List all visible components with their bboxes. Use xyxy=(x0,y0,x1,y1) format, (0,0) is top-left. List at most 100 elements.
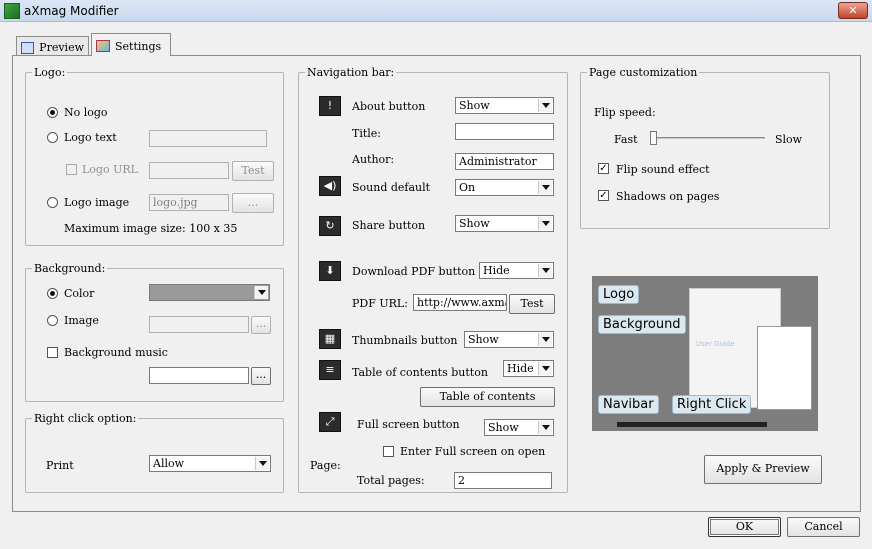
fullscreen-open-label: Enter Full screen on open xyxy=(400,445,546,458)
logo-image-radio[interactable] xyxy=(47,197,58,208)
logo-text-input[interactable] xyxy=(149,130,267,147)
no-logo-radio[interactable] xyxy=(47,107,58,118)
flip-speed-slow-label: Slow xyxy=(775,133,803,146)
logo-image-browse-button[interactable]: ... xyxy=(232,193,274,213)
chevron-down-icon xyxy=(538,333,552,346)
logo-text-label: Logo text xyxy=(64,131,117,144)
flip-speed-fast-label: Fast xyxy=(614,133,638,146)
toc-select[interactable]: Hide xyxy=(503,360,554,377)
chevron-down-icon xyxy=(538,421,552,434)
bg-color-label: Color xyxy=(64,287,95,300)
fullscreen-label: Full screen button xyxy=(357,418,460,431)
flip-sound-label: Flip sound effect xyxy=(616,163,710,176)
flip-sound-checkbox[interactable]: ✓ xyxy=(598,163,609,174)
page-label: Page: xyxy=(310,459,341,472)
bg-image-radio[interactable] xyxy=(47,315,58,326)
share-icon: ↻ xyxy=(319,216,341,236)
bg-color-select[interactable] xyxy=(149,284,270,301)
shadows-checkbox[interactable]: ✓ xyxy=(598,190,609,201)
right-click-legend: Right click option: xyxy=(32,412,139,425)
chevron-down-icon xyxy=(538,181,552,194)
author-label: Author: xyxy=(352,153,395,166)
no-logo-label: No logo xyxy=(64,106,108,119)
bg-music-browse-button[interactable]: ... xyxy=(251,367,271,385)
chevron-down-icon xyxy=(538,217,552,230)
print-select-value: Allow xyxy=(153,457,185,470)
chevron-down-icon xyxy=(538,264,552,277)
tab-settings-label: Settings xyxy=(115,39,162,53)
cancel-button[interactable]: Cancel xyxy=(787,517,860,537)
logo-group xyxy=(25,72,284,246)
sound-select-value: On xyxy=(459,181,476,194)
max-image-size-note: Maximum image size: 100 x 35 xyxy=(64,222,238,235)
title-input[interactable] xyxy=(455,123,554,140)
sound-icon: ◀) xyxy=(319,176,341,196)
thumbnails-select[interactable]: Show xyxy=(464,331,554,348)
share-label: Share button xyxy=(352,219,426,232)
pdf-url-input[interactable]: http://www.axma xyxy=(413,294,507,311)
logo-image-label: Logo image xyxy=(64,196,130,209)
bg-image-input[interactable] xyxy=(149,316,249,333)
flip-speed-track[interactable] xyxy=(651,137,765,139)
logo-url-input[interactable] xyxy=(149,162,229,179)
download-icon: ⬇ xyxy=(319,261,341,281)
toc-label: Table of contents button xyxy=(352,366,488,379)
callout-navibar: Navibar xyxy=(598,395,659,414)
ok-button[interactable]: OK xyxy=(708,517,781,537)
settings-icon xyxy=(96,40,110,52)
chevron-down-icon xyxy=(538,362,552,375)
sound-select[interactable]: On xyxy=(455,179,554,196)
toc-select-value: Hide xyxy=(507,362,534,375)
fullscreen-select[interactable]: Show xyxy=(484,419,554,436)
app-icon xyxy=(4,3,20,19)
bg-image-browse-button[interactable]: ... xyxy=(251,316,271,334)
title-bar: aXmag Modifier ✕ xyxy=(0,0,872,22)
bg-music-input[interactable] xyxy=(149,367,249,384)
fullscreen-open-checkbox[interactable] xyxy=(383,446,394,457)
bg-music-label: Background music xyxy=(64,346,168,359)
chevron-down-icon xyxy=(254,286,268,299)
window-title: aXmag Modifier xyxy=(24,4,119,18)
table-of-contents-button[interactable]: Table of contents xyxy=(420,387,555,407)
layout-preview-image: User Guide Logo Background Navibar Right… xyxy=(592,276,818,431)
bg-music-checkbox[interactable] xyxy=(47,347,58,358)
title-label: Title: xyxy=(352,127,382,140)
logo-url-test-button[interactable]: Test xyxy=(232,161,274,181)
about-icon: ! xyxy=(319,96,341,116)
flip-speed-slider[interactable] xyxy=(650,131,657,145)
download-label: Download PDF button xyxy=(352,265,476,278)
chevron-down-icon xyxy=(255,457,269,470)
share-select-value: Show xyxy=(459,217,490,230)
total-pages-input[interactable]: 2 xyxy=(454,472,552,489)
bg-color-radio[interactable] xyxy=(47,288,58,299)
pdf-url-test-button[interactable]: Test xyxy=(509,294,555,314)
about-select[interactable]: Show xyxy=(455,97,554,114)
print-select[interactable]: Allow xyxy=(149,455,271,472)
fullscreen-icon: ⤢ xyxy=(319,412,341,432)
thumbnails-icon: ▦ xyxy=(319,329,341,349)
logo-url-checkbox[interactable] xyxy=(66,164,77,175)
fullscreen-select-value: Show xyxy=(488,421,519,434)
page-customization-group xyxy=(580,72,830,229)
apply-preview-button[interactable]: Apply & Preview xyxy=(704,455,822,484)
tab-settings[interactable]: Settings xyxy=(91,33,171,56)
about-label: About button xyxy=(352,100,426,113)
logo-image-input[interactable]: logo.jpg xyxy=(149,194,229,211)
callout-logo: Logo xyxy=(598,285,640,304)
author-input[interactable]: Administrator xyxy=(455,153,554,170)
close-button[interactable]: ✕ xyxy=(838,2,868,19)
preview-icon xyxy=(21,41,35,54)
logo-url-label: Logo URL xyxy=(82,163,138,176)
callout-background: Background xyxy=(598,315,686,334)
pdf-url-label: PDF URL: xyxy=(352,297,408,310)
navbar-legend: Navigation bar: xyxy=(305,66,397,79)
share-select[interactable]: Show xyxy=(455,215,554,232)
download-select[interactable]: Hide xyxy=(479,262,554,279)
logo-legend: Logo: xyxy=(32,66,68,79)
thumbnails-select-value: Show xyxy=(468,333,499,346)
bg-image-label: Image xyxy=(64,314,99,327)
tab-preview[interactable]: Preview xyxy=(16,36,89,56)
flip-speed-label: Flip speed: xyxy=(594,106,656,119)
logo-text-radio[interactable] xyxy=(47,132,58,143)
page-customization-legend: Page customization xyxy=(587,66,700,79)
